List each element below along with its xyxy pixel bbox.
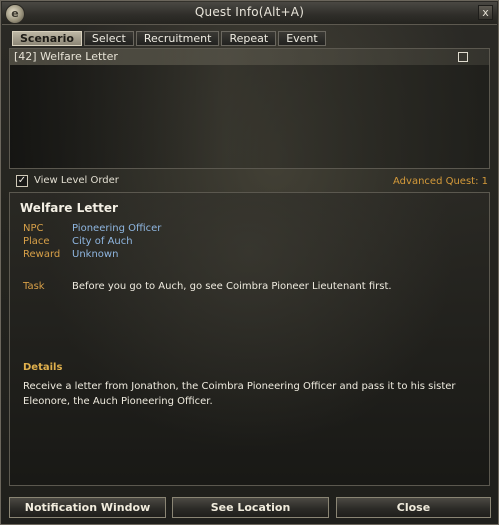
task-label: Task <box>23 281 45 292</box>
tab-event[interactable]: Event <box>278 31 326 46</box>
reward-label: Reward <box>23 249 61 260</box>
task-value: Before you go to Auch, go see Coimbra Pi… <box>72 281 392 292</box>
tab-scenario[interactable]: Scenario <box>12 31 82 46</box>
reward-value: Unknown <box>72 249 119 260</box>
quest-title: Welfare Letter <box>20 201 118 215</box>
quest-detail-panel: Welfare Letter NPC Pioneering Officer Pl… <box>9 192 490 486</box>
npc-value[interactable]: Pioneering Officer <box>72 223 161 234</box>
npc-label: NPC <box>23 223 44 234</box>
details-heading: Details <box>23 362 63 373</box>
close-icon[interactable]: x <box>478 5 493 20</box>
quest-tabs: Scenario Select Recruitment Repeat Event <box>12 31 328 46</box>
advanced-quest-count: Advanced Quest: 1 <box>393 176 488 187</box>
quest-track-checkbox[interactable] <box>458 52 468 62</box>
quest-list-item-label: [42] Welfare Letter <box>14 50 118 63</box>
quest-list: [42] Welfare Letter <box>9 48 490 169</box>
view-level-order-label: View Level Order <box>34 175 119 186</box>
close-button[interactable]: Close <box>336 497 491 518</box>
checkmark-icon: ✓ <box>17 175 27 186</box>
tab-select[interactable]: Select <box>83 31 134 46</box>
tab-recruitment[interactable]: Recruitment <box>135 31 220 46</box>
notification-window-button[interactable]: Notification Window <box>9 497 166 518</box>
tab-repeat[interactable]: Repeat <box>221 31 277 46</box>
place-label: Place <box>23 236 50 247</box>
list-item[interactable]: [42] Welfare Letter <box>10 49 489 65</box>
list-options-row: ✓ View Level Order Advanced Quest: 1 <box>9 172 490 191</box>
view-level-order-checkbox[interactable]: ✓ <box>16 175 28 187</box>
title-bar[interactable]: e Quest Info(Alt+A) x <box>2 2 497 25</box>
window-title: Quest Info(Alt+A) <box>194 5 305 19</box>
details-text: Receive a letter from Jonathon, the Coim… <box>23 381 456 407</box>
quest-info-window: e Quest Info(Alt+A) x Scenario Select Re… <box>0 0 499 525</box>
place-value[interactable]: City of Auch <box>72 236 133 247</box>
see-location-button[interactable]: See Location <box>172 497 329 518</box>
